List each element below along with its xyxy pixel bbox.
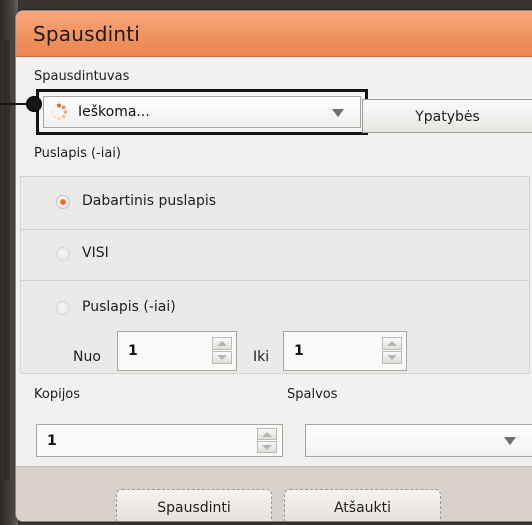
pages-group: Dabartinis puslapis VISI Puslapis (-iai)… — [20, 176, 530, 374]
radio-all-pages[interactable] — [56, 247, 70, 261]
from-page-increment-button[interactable] — [212, 337, 232, 350]
dialog-titlebar: Spausdinti — [16, 11, 532, 57]
printer-select-value: Ieškoma... — [78, 104, 150, 120]
pages-label: Puslapis (-iai) — [34, 146, 121, 161]
to-page-stepper[interactable]: 1 — [283, 331, 407, 371]
chevron-down-icon — [262, 445, 272, 450]
from-label: Nuo — [73, 349, 101, 365]
loading-spinner-icon — [51, 103, 68, 121]
print-dialog: Spausdinti Spausdintuvas Ieškoma... Ypat… — [15, 10, 532, 522]
to-label: Iki — [253, 349, 270, 365]
radio-label-page-range: Puslapis (-iai) — [82, 299, 176, 315]
divider — [21, 280, 529, 281]
radio-page-range[interactable] — [56, 301, 70, 315]
divider — [21, 229, 529, 230]
stepper-arrows — [382, 337, 402, 365]
color-select[interactable] — [305, 424, 532, 457]
chevron-down-icon — [217, 355, 227, 360]
print-button[interactable]: Spausdinti — [116, 489, 272, 521]
radio-label-current-page: Dabartinis puslapis — [82, 193, 217, 209]
copies-stepper[interactable]: 1 — [36, 424, 283, 457]
chevron-down-icon — [332, 109, 344, 117]
chevron-down-icon — [504, 437, 516, 445]
callout-marker — [26, 96, 42, 112]
radio-current-page[interactable] — [56, 195, 70, 209]
from-page-stepper[interactable]: 1 — [117, 331, 237, 371]
chevron-up-icon — [387, 341, 397, 346]
from-page-decrement-button[interactable] — [212, 351, 232, 364]
copies-increment-button[interactable] — [257, 428, 277, 440]
printer-label: Spausdintuvas — [34, 69, 130, 84]
from-page-value: 1 — [128, 343, 138, 359]
chevron-down-icon — [387, 355, 397, 360]
to-page-value: 1 — [294, 343, 304, 359]
color-label: Spalvos — [287, 387, 338, 402]
printer-select-highlight: Ieškoma... — [36, 89, 368, 135]
dialog-footer: Spausdinti Atšaukti — [16, 466, 532, 521]
chevron-up-icon — [262, 432, 272, 437]
copies-label: Kopijos — [34, 387, 81, 402]
to-page-decrement-button[interactable] — [382, 351, 402, 364]
copies-value: 1 — [47, 433, 57, 449]
stepper-arrows — [212, 337, 232, 365]
copies-decrement-button[interactable] — [257, 441, 277, 453]
printer-select[interactable]: Ieškoma... — [43, 96, 361, 128]
radio-label-all-pages: VISI — [82, 245, 109, 261]
to-page-increment-button[interactable] — [382, 337, 402, 350]
stepper-arrows — [257, 428, 277, 454]
cancel-button[interactable]: Atšaukti — [284, 489, 441, 521]
properties-button[interactable]: Ypatybės — [362, 99, 532, 133]
dialog-title: Spausdinti — [33, 22, 141, 46]
chevron-up-icon — [217, 341, 227, 346]
